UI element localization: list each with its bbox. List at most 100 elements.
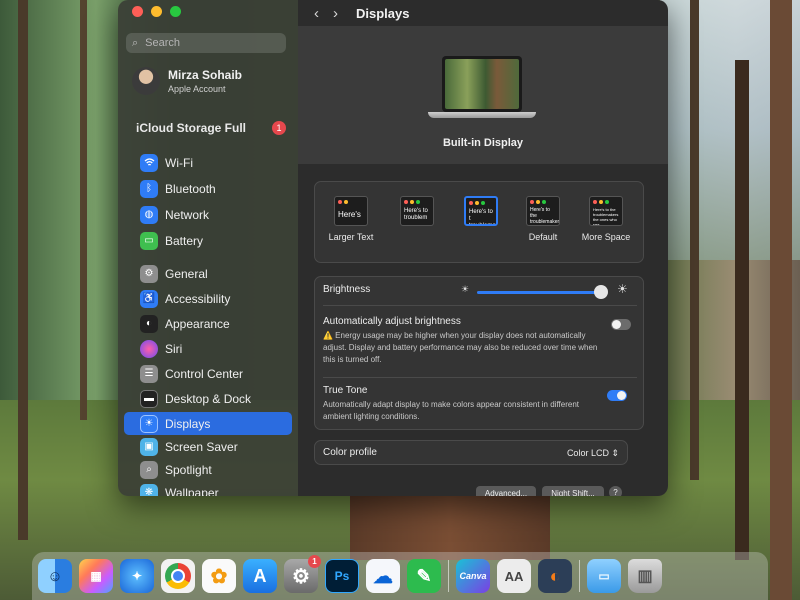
close-button[interactable]: [132, 6, 143, 17]
sidebar-item-wallpaper[interactable]: ❋ Wallpaper: [118, 481, 298, 496]
photos-flower-icon: ✿: [210, 565, 228, 588]
photoshop-app[interactable]: Ps: [325, 559, 359, 593]
sidebar-item-label: Spotlight: [165, 462, 212, 477]
icloud-storage-alert[interactable]: iCloud Storage Full 1: [136, 121, 286, 135]
folder-app[interactable]: ▭: [587, 559, 621, 593]
zoom-button[interactable]: [170, 6, 181, 17]
apple-account[interactable]: Mirza Sohaib Apple Account: [132, 67, 242, 95]
launchpad-icon: ▦: [90, 569, 102, 583]
sidebar-item-desktop-dock[interactable]: ▬ Desktop & Dock: [118, 387, 298, 410]
spotlight-icon: ⌕: [140, 460, 158, 479]
laptop-preview-icon[interactable]: [428, 56, 536, 126]
sidebar-item-label: Desktop & Dock: [165, 391, 252, 406]
photos-app[interactable]: ✿: [202, 559, 236, 593]
sidebar-item-label: Wi-Fi: [165, 155, 193, 170]
sidebar-item-appearance[interactable]: ◐ Appearance: [118, 312, 298, 335]
resolution-option[interactable]: Here's to troublem: [391, 196, 443, 232]
sidebar-item-wifi[interactable]: Wi-Fi: [118, 151, 298, 174]
resolution-preview-text: Here's to troublem: [404, 208, 428, 221]
canva-app[interactable]: Canva: [456, 559, 490, 593]
sidebar-item-bluetooth[interactable]: ᛒ Bluetooth: [118, 177, 298, 200]
sidebar-item-general[interactable]: ⚙ General: [118, 262, 298, 285]
icloud-label: iCloud Storage Full: [136, 121, 246, 135]
avatar: [132, 67, 160, 95]
page-title: Displays: [356, 5, 410, 21]
control-center-icon: ☰: [140, 364, 158, 383]
bluetooth-icon: ᛒ: [140, 179, 158, 198]
dock-divider: [579, 560, 580, 592]
account-name: Mirza Sohaib: [168, 68, 243, 82]
resolution-label: Default: [528, 232, 558, 242]
displays-icon: ☀: [140, 414, 158, 433]
search-input[interactable]: [143, 36, 278, 50]
sidebar-item-battery[interactable]: ▭ Battery: [118, 229, 298, 252]
window-controls: [132, 6, 181, 17]
gear-icon: ⚙: [292, 565, 310, 588]
launchpad-app[interactable]: ▦: [79, 559, 113, 593]
brightness-slider-knob[interactable]: [593, 285, 608, 299]
sidebar-item-spotlight[interactable]: ⌕ Spotlight: [118, 458, 298, 481]
safari-app[interactable]: ✦: [120, 559, 154, 593]
notification-badge: 1: [272, 121, 286, 135]
finder-app[interactable]: ☺: [38, 559, 72, 593]
pen-app[interactable]: ✎: [407, 559, 441, 593]
sidebar-item-accessibility[interactable]: ♿ Accessibility: [118, 287, 298, 310]
search-icon: ⌕: [132, 36, 139, 49]
displays-pane: ‹ › Displays Built-in Display Here's Lar…: [298, 0, 668, 496]
sidebar-group-system: ⚙ General ♿ Accessibility ◐ Appearance S…: [118, 262, 298, 496]
resolution-option-selected[interactable]: Here's to t troublema ones who: [455, 196, 507, 232]
font-book-app[interactable]: AA: [497, 559, 531, 593]
color-profile-select[interactable]: Color LCD ⇕: [567, 448, 619, 459]
minimize-button[interactable]: [151, 6, 162, 17]
forward-arrow-icon[interactable]: ›: [333, 5, 338, 22]
brightness-slider[interactable]: [477, 285, 608, 299]
auto-brightness-toggle[interactable]: [611, 319, 631, 330]
resolution-picker: Here's Larger Text Here's to troublem He…: [314, 181, 644, 263]
advanced-button[interactable]: Advanced...: [476, 486, 536, 496]
chrome-icon: [165, 563, 191, 589]
compass-icon: ✦: [131, 569, 143, 583]
auto-brightness-label: Automatically adjust brightness: [323, 316, 461, 327]
resolution-option[interactable]: Here's to the troublemakers the ones who…: [577, 196, 635, 242]
sidebar-item-label: Network: [165, 207, 210, 222]
sidebar-item-network[interactable]: ◍ Network: [118, 203, 298, 226]
sidebar-item-label: Bluetooth: [165, 181, 216, 196]
system-settings-window: ⌕ Mirza Sohaib Apple Account iCloud Stor…: [118, 0, 668, 496]
true-tone-toggle[interactable]: [607, 390, 627, 401]
sidebar-item-label: General: [165, 266, 208, 281]
account-subtitle: Apple Account: [168, 84, 226, 94]
sidebar-item-screen-saver[interactable]: ▣ Screen Saver: [118, 435, 298, 458]
sidebar: ⌕ Mirza Sohaib Apple Account iCloud Stor…: [118, 0, 298, 496]
trash-app[interactable]: ▥: [628, 559, 662, 593]
sidebar-item-siri[interactable]: Siri: [118, 337, 298, 360]
system-settings-app[interactable]: ⚙ 1: [284, 555, 321, 593]
chrome-app[interactable]: [161, 559, 195, 593]
font-book-icon: AA: [504, 568, 524, 584]
night-shift-button[interactable]: Night Shift...: [542, 486, 604, 496]
sidebar-item-control-center[interactable]: ☰ Control Center: [118, 362, 298, 385]
appearance-icon: ◐: [140, 314, 158, 333]
onedrive-app[interactable]: ☁: [366, 559, 400, 593]
canva-icon: Canva: [459, 571, 487, 581]
resolution-preview-text: Here's to the troublemakers ones who see: [530, 207, 560, 225]
accessibility-icon: ♿: [140, 289, 158, 308]
finder-icon: ☺: [47, 567, 63, 585]
back-arrow-icon[interactable]: ‹: [314, 5, 319, 22]
divider: [323, 305, 637, 306]
toolbar: ‹ › Displays: [298, 0, 668, 26]
sun-large-icon: ☀: [617, 282, 628, 296]
sidebar-item-displays[interactable]: ☀ Displays: [124, 412, 292, 435]
resolution-label: Larger Text: [328, 232, 374, 242]
resolution-preview-text: Here's: [338, 210, 361, 219]
globe-icon: ◍: [140, 205, 158, 224]
search-box[interactable]: ⌕: [126, 33, 286, 53]
desktop-dock-icon: ▬: [140, 389, 158, 408]
help-button[interactable]: ?: [609, 486, 622, 496]
app-store-app[interactable]: A: [243, 559, 277, 593]
resolution-option[interactable]: Here's to the troublemakers ones who see…: [517, 196, 569, 242]
trash-icon: ▥: [637, 568, 653, 585]
resolution-option[interactable]: Here's Larger Text: [325, 196, 377, 242]
app-store-icon: A: [253, 565, 267, 586]
sidebar-group-network: Wi-Fi ᛒ Bluetooth ◍ Network ▭ Battery: [118, 151, 298, 252]
blender-app[interactable]: ◐: [538, 559, 572, 593]
